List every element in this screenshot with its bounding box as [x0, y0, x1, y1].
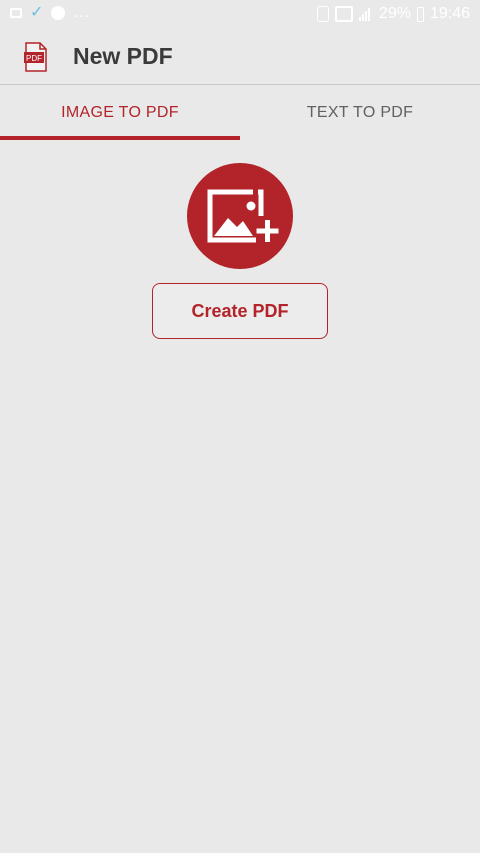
page-title: New PDF — [73, 43, 173, 69]
pdf-file-icon: PDF — [24, 42, 47, 72]
tab-text-to-pdf[interactable]: TEXT TO PDF — [240, 85, 480, 140]
more-notifications-indicator: ... — [73, 4, 90, 21]
selected-tab-indicator — [0, 136, 240, 140]
battery-percent: 29% — [378, 5, 411, 22]
status-bar: ✓ ... 29% 19:46 — [0, 0, 480, 30]
shield-notification-icon — [51, 6, 66, 20]
status-bar-right: 29% 19:46 — [316, 5, 470, 23]
status-bar-left: ✓ ... — [10, 4, 90, 21]
battery-charging-icon — [416, 6, 424, 22]
gallery-notification-icon — [10, 8, 22, 18]
check-notification-icon: ✓ — [30, 4, 44, 21]
tab-bar: IMAGE TO PDF TEXT TO PDF — [0, 85, 480, 140]
bluetooth-icon — [316, 6, 329, 22]
add-image-button[interactable] — [187, 163, 293, 269]
signal-icon — [358, 7, 373, 21]
add-image-icon — [207, 189, 279, 243]
create-pdf-button[interactable]: Create PDF — [152, 283, 328, 339]
clock: 19:46 — [429, 5, 470, 22]
pdf-icon-label: PDF — [26, 54, 42, 63]
tab-image-to-pdf[interactable]: IMAGE TO PDF — [0, 85, 240, 140]
app-bar: PDF New PDF — [0, 30, 480, 85]
no-sim-icon — [334, 6, 353, 22]
